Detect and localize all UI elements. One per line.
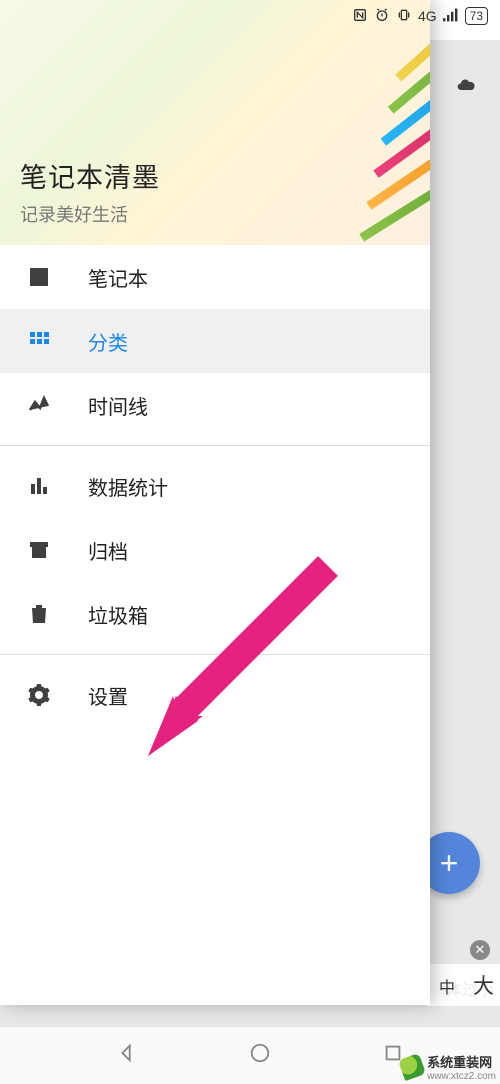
drawer-header: 笔记本清墨 记录美好生活 — [0, 0, 430, 245]
stats-icon — [26, 473, 52, 499]
cloud-icon[interactable] — [450, 75, 482, 95]
divider — [0, 445, 430, 446]
menu-label: 垃圾箱 — [88, 600, 148, 629]
grid-icon — [26, 328, 52, 354]
watermark: 系统重装网 www.xtcz2.com — [401, 1052, 496, 1082]
navigation-drawer: 笔记本清墨 记录美好生活 笔记本 分类 时间线 数据统计 归档 垃圾箱 — [0, 0, 430, 1005]
timeline-icon — [26, 392, 52, 418]
menu-label: 归档 — [88, 536, 128, 565]
status-bar: 4G 73 — [0, 0, 500, 32]
menu-item-trash[interactable]: 垃圾箱 — [0, 582, 430, 646]
size-medium[interactable]: 中 — [439, 974, 455, 998]
watermark-brand: 系统重装网 — [427, 1052, 496, 1071]
menu-item-settings[interactable]: 设置 — [0, 663, 430, 727]
watermark-logo — [398, 1053, 426, 1081]
menu-item-timeline[interactable]: 时间线 — [0, 373, 430, 437]
menu-item-category[interactable]: 分类 — [0, 309, 430, 373]
menu-item-stats[interactable]: 数据统计 — [0, 454, 430, 518]
home-button[interactable] — [249, 1042, 271, 1069]
size-large[interactable]: 大 — [473, 970, 494, 1000]
signal-4g: 4G — [418, 8, 437, 24]
trash-icon — [26, 601, 52, 627]
app-subtitle: 记录美好生活 — [20, 201, 410, 227]
menu-label: 时间线 — [88, 391, 148, 420]
menu-label: 数据统计 — [88, 472, 168, 501]
menu-label: 设置 — [88, 681, 128, 710]
menu-item-archive[interactable]: 归档 — [0, 518, 430, 582]
menu-label: 笔记本 — [88, 263, 148, 292]
alarm-icon — [374, 7, 390, 26]
gear-icon — [26, 682, 52, 708]
battery-icon: 73 — [465, 7, 488, 25]
nfc-icon — [352, 7, 368, 26]
divider — [0, 654, 430, 655]
archive-icon — [26, 537, 52, 563]
menu-item-notebook[interactable]: 笔记本 — [0, 245, 430, 309]
drawer-menu: 笔记本 分类 时间线 数据统计 归档 垃圾箱 设置 — [0, 245, 430, 1005]
vibrate-icon — [396, 7, 412, 26]
back-button[interactable] — [116, 1042, 138, 1069]
watermark-url: www.xtcz2.com — [427, 1071, 496, 1082]
menu-label: 分类 — [88, 327, 128, 356]
notebook-icon — [26, 264, 52, 290]
signal-icon — [443, 8, 459, 25]
close-icon[interactable]: ✕ — [470, 940, 490, 960]
app-title: 笔记本清墨 — [20, 156, 410, 195]
